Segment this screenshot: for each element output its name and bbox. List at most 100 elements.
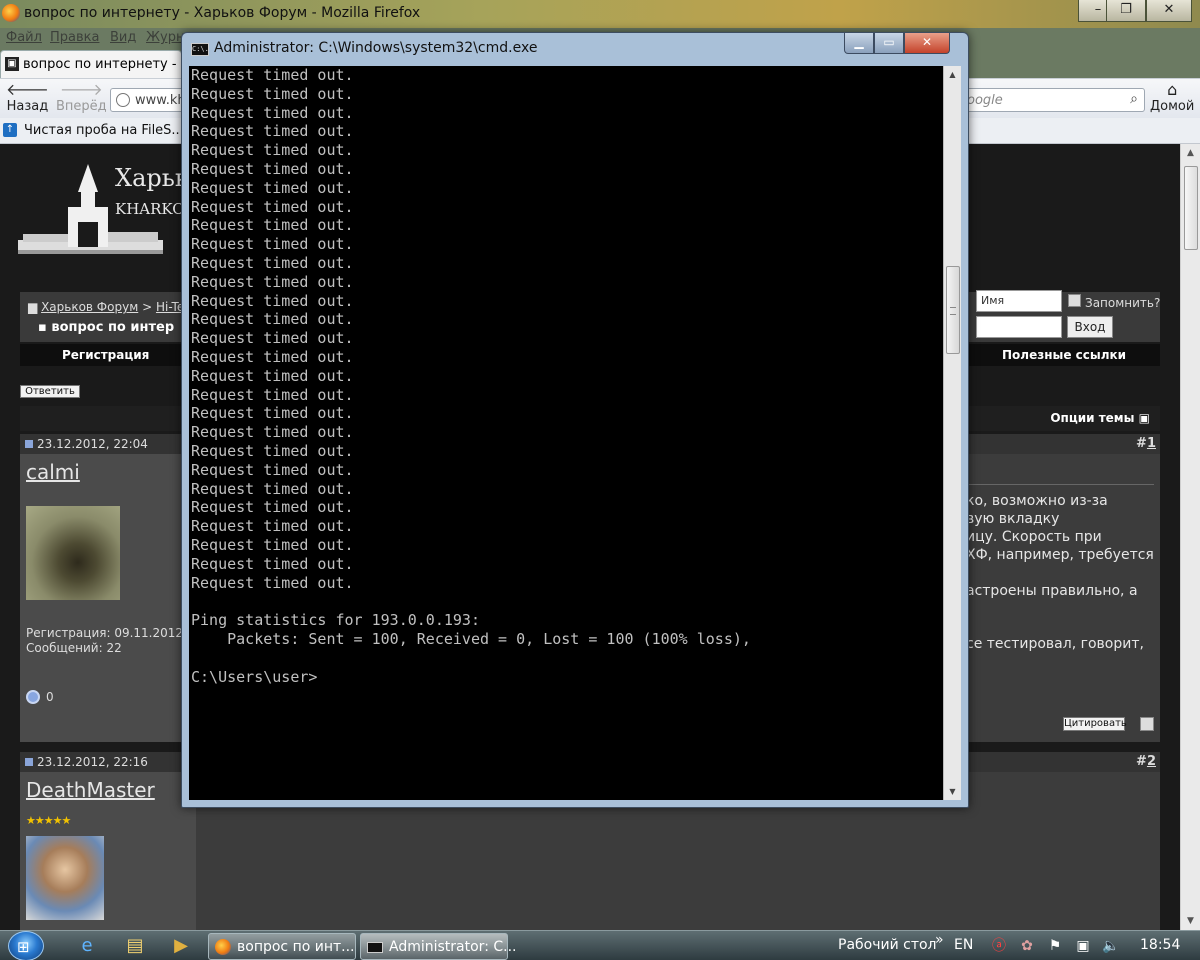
remember-checkbox[interactable] (1068, 294, 1081, 307)
search-input[interactable]: oogle ⌕ (960, 88, 1145, 112)
quote-button[interactable]: Цитировать (1063, 717, 1127, 731)
console-line: Request timed out. (191, 442, 354, 460)
page-scrollbar[interactable]: ▲ ▼ (1180, 144, 1200, 930)
antivirus-icon[interactable]: ⓐ (990, 937, 1008, 955)
console-line: Request timed out. (191, 216, 354, 235)
media-player-icon[interactable]: ▶ (164, 934, 198, 958)
cmd-maximize-button[interactable]: ▭ (874, 33, 904, 54)
console-line: Request timed out. (191, 423, 354, 442)
console-line: Request timed out. (191, 178, 354, 197)
post-date: 23.12.2012, 22:16 (25, 755, 148, 769)
breadcrumb-section-link[interactable]: Hi-Te (156, 300, 184, 314)
search-placeholder: oogle (967, 93, 1003, 108)
nav-register-link[interactable]: Регистрация (62, 348, 149, 362)
desktop-toolbar-label[interactable]: Рабочий стол (838, 937, 937, 953)
post-date: 23.12.2012, 22:04 (25, 437, 148, 451)
console-line: Request timed out. (191, 310, 354, 329)
site-favicon-icon: ▣ (5, 57, 19, 71)
forward-button[interactable]: 🡒 Вперёд (56, 81, 107, 115)
login-password-field[interactable] (976, 316, 1062, 338)
console-line: Request timed out. (191, 254, 354, 272)
scroll-up-icon[interactable]: ▲ (1181, 144, 1200, 162)
scroll-down-icon[interactable]: ▼ (1181, 912, 1200, 930)
scroll-thumb[interactable] (1184, 166, 1198, 250)
network-tool-icon[interactable]: ✿ (1018, 937, 1036, 955)
volume-icon[interactable]: 🔈 (1102, 937, 1120, 955)
login-button[interactable]: Вход (1067, 316, 1113, 338)
windows-logo-icon: ⊞ (17, 938, 30, 956)
chevron-icon[interactable]: » (935, 932, 944, 948)
console-line: Request timed out. (191, 498, 354, 517)
back-button[interactable]: 🡐 Назад (6, 81, 49, 115)
username-link[interactable]: DeathMaster (26, 778, 155, 802)
scroll-thumb[interactable] (946, 266, 960, 354)
post-divider (960, 484, 1154, 485)
console-line: Request timed out. (191, 536, 354, 554)
remember-label: Запомнить? (1085, 296, 1161, 310)
language-indicator[interactable]: EN (954, 937, 973, 953)
url-text: www.kh (135, 93, 186, 108)
cmd-window: C:\. Administrator: C:\Windows\system32\… (181, 32, 969, 808)
menu-edit[interactable]: Правка (50, 30, 99, 45)
firefox-maximize-button[interactable]: ❐ (1106, 0, 1146, 22)
home-button[interactable]: ⌂ Домой (1150, 80, 1195, 115)
reply-button[interactable]: Ответить (20, 385, 80, 398)
console-output[interactable]: Request timed out. Request timed out. Requ… (189, 66, 943, 800)
action-center-flag-icon[interactable]: ⚑ (1046, 937, 1064, 955)
scroll-up-icon[interactable]: ▲ (944, 66, 961, 83)
cmd-minimize-button[interactable]: ▁ (844, 33, 874, 54)
browser-tab[interactable]: ▣ вопрос по интернету - Х (0, 50, 190, 78)
clock[interactable]: 18:54 (1140, 937, 1180, 953)
post-number-link[interactable]: #1 (1136, 436, 1156, 451)
start-button[interactable]: ⊞ (8, 931, 44, 960)
username-link[interactable]: calmi (26, 460, 80, 484)
globe-icon (116, 93, 130, 107)
post-author-panel: DeathMaster ★★★★★ (20, 772, 196, 930)
internet-explorer-icon[interactable]: e (70, 934, 104, 958)
scroll-down-icon[interactable]: ▼ (944, 783, 961, 800)
cmd-scrollbar[interactable]: ▲ ▼ (943, 66, 961, 800)
url-bar[interactable]: www.kh (110, 88, 190, 112)
home-icon: ⌂ (1167, 80, 1178, 99)
console-line: Request timed out. (191, 141, 354, 160)
rank-stars: ★★★★★ (26, 814, 71, 827)
network-icon[interactable]: ▣ (1074, 937, 1092, 955)
console-line: Request timed out. (191, 385, 354, 404)
back-label: Назад (6, 99, 49, 114)
home-label: Домой (1150, 99, 1195, 114)
avatar (26, 836, 104, 920)
breadcrumb-root-link[interactable]: Харьков Форум (41, 300, 138, 314)
console-line: Request timed out. (191, 554, 354, 573)
post-text-line: се тестировал, говорит, (966, 636, 1144, 652)
post-text-line: ХФ, например, требуется (966, 547, 1154, 563)
task-label: Administrator: C... (389, 939, 517, 955)
cmd-window-title[interactable]: Administrator: C:\Windows\system32\cmd.e… (214, 40, 537, 56)
taskbar-cmd-button[interactable]: Administrator: C... (360, 933, 516, 960)
thread-options-menu[interactable]: Опции темы ▣ (1050, 411, 1150, 425)
dropdown-icon: ▣ (1138, 411, 1150, 425)
firefox-close-button[interactable]: ✕ (1146, 0, 1192, 22)
firefox-window-title: вопрос по интернету - Харьков Форум - Mo… (24, 5, 421, 21)
post-text-line: астроены правильно, а (966, 583, 1138, 599)
search-icon[interactable]: ⌕ (1130, 91, 1138, 107)
cmd-close-button[interactable]: ✕ (904, 33, 950, 54)
post-author-panel: calmi Регистрация: 09.11.2012 Сообщений:… (20, 454, 196, 742)
explorer-folder-icon[interactable]: ▤ (118, 934, 152, 958)
console-line: Request timed out. (191, 348, 354, 366)
thread-options-label: Опции темы (1050, 411, 1135, 425)
menu-file[interactable]: Файл (6, 30, 42, 45)
post-number-link[interactable]: #2 (1136, 754, 1156, 769)
nav-useful-links[interactable]: Полезные ссылки (1002, 348, 1126, 362)
taskbar-firefox-button[interactable]: вопрос по инт... (208, 933, 356, 960)
firefox-titlebar[interactable]: вопрос по интернету - Харьков Форум - Mo… (0, 0, 1200, 28)
menu-view[interactable]: Вид (110, 30, 136, 45)
console-line: Request timed out. (191, 272, 354, 291)
offline-status-icon (26, 690, 40, 704)
console-line: Request timed out. (191, 160, 354, 178)
cmd-icon[interactable]: C:\. (191, 43, 209, 56)
message-count: Сообщений: 22 (26, 641, 122, 655)
console-line: Request timed out. (191, 404, 354, 423)
multiquote-icon[interactable] (1140, 717, 1154, 731)
login-username-field[interactable]: Имя (976, 290, 1062, 312)
bookmark-item[interactable]: Чистая проба на FileS... (24, 123, 184, 138)
